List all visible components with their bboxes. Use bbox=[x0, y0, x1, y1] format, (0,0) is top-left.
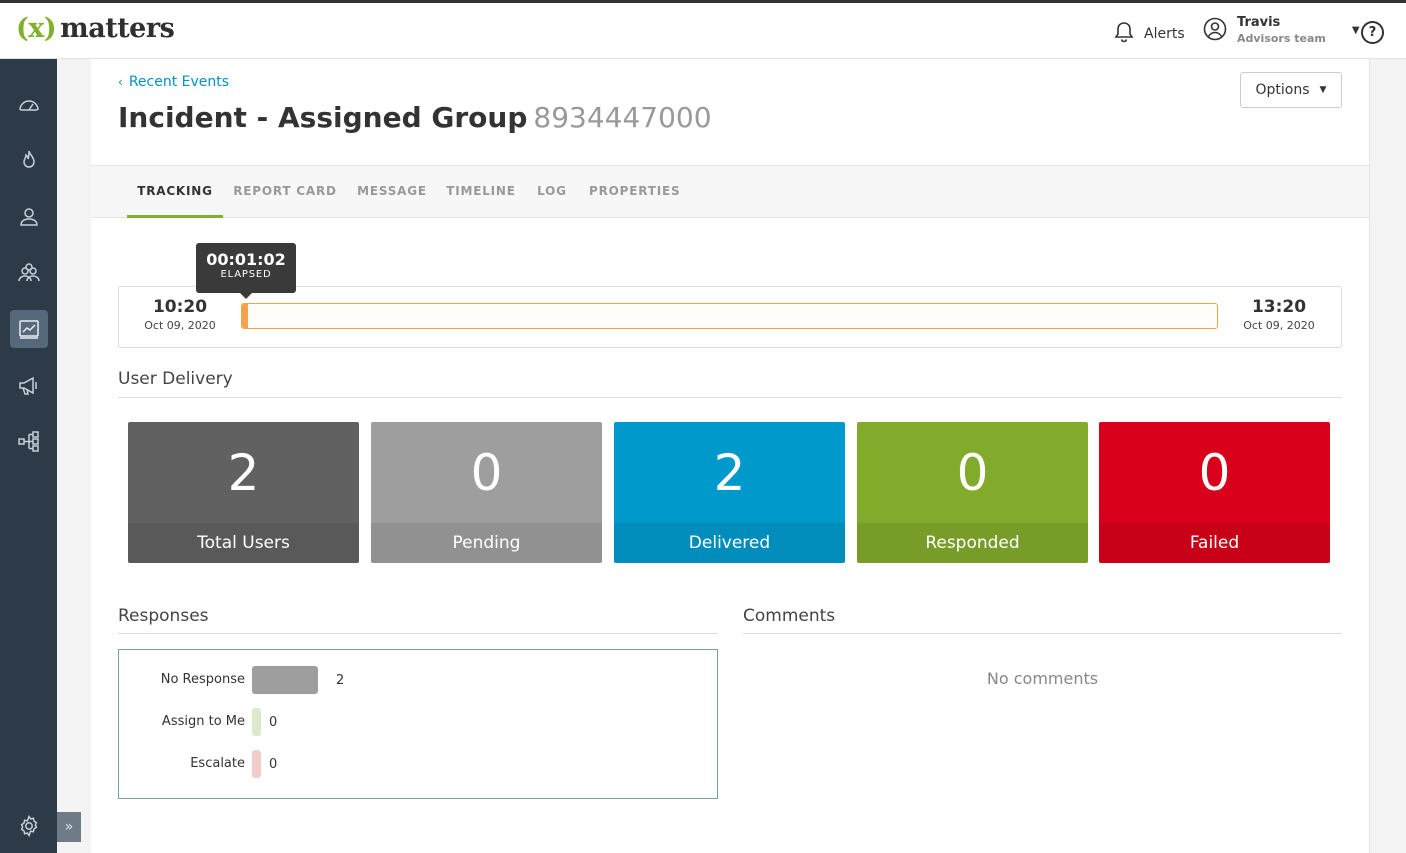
groups-icon bbox=[18, 263, 40, 282]
sidebar-expand-button[interactable]: » bbox=[57, 812, 81, 842]
no-comments-text: No comments bbox=[986, 669, 1099, 688]
sidebar-item-users[interactable] bbox=[10, 198, 48, 236]
sidebar-item-incidents[interactable] bbox=[10, 142, 48, 180]
tab-bar: TRACKING REPORT CARD MESSAGE TIMELINE LO… bbox=[91, 165, 1369, 218]
comments-title: Comments bbox=[743, 606, 836, 626]
card-total-users[interactable]: 2 Total Users bbox=[128, 422, 359, 563]
response-count: 2 bbox=[336, 673, 345, 688]
bell-icon bbox=[1114, 21, 1134, 47]
logo-word: matters bbox=[60, 13, 175, 44]
right-gutter bbox=[1369, 59, 1406, 853]
card-value: 0 bbox=[956, 443, 989, 502]
user-delivery-title: User Delivery bbox=[118, 369, 233, 389]
event-id: 8934447000 bbox=[533, 101, 712, 134]
page-title: Incident - Assigned Group 8934447000 bbox=[118, 101, 712, 134]
tab-tracking[interactable]: TRACKING bbox=[127, 166, 223, 218]
tab-properties[interactable]: PROPERTIES bbox=[589, 166, 680, 218]
user-team: Advisors team bbox=[1237, 32, 1326, 45]
responses-chart: No Response 2 Assign to Me 0 Escalate 0 bbox=[118, 649, 718, 799]
sidebar bbox=[0, 59, 57, 853]
card-value: 2 bbox=[713, 443, 746, 502]
options-label: Options bbox=[1255, 82, 1310, 98]
timeline-end: 13:20 Oct 09, 2020 bbox=[1229, 297, 1329, 332]
elapsed-label: ELAPSED bbox=[220, 269, 272, 280]
responses-title: Responses bbox=[118, 606, 209, 626]
event-title: Incident - Assigned Group bbox=[118, 101, 528, 134]
user-name: Travis bbox=[1237, 15, 1281, 30]
card-label: Total Users bbox=[128, 523, 359, 563]
card-label: Pending bbox=[371, 523, 602, 563]
end-time: 13:20 bbox=[1251, 297, 1307, 317]
card-delivered[interactable]: 2 Delivered bbox=[614, 422, 845, 563]
card-label: Responded bbox=[857, 523, 1088, 563]
end-date: Oct 09, 2020 bbox=[1243, 319, 1315, 332]
card-label: Failed bbox=[1099, 523, 1330, 563]
alerts-button[interactable]: Alerts bbox=[1114, 21, 1185, 47]
breadcrumb[interactable]: ‹ Recent Events bbox=[118, 74, 229, 90]
tab-message[interactable]: MESSAGE bbox=[357, 166, 427, 218]
response-count: 0 bbox=[269, 715, 278, 730]
response-count: 0 bbox=[269, 757, 278, 772]
breadcrumb-link[interactable]: Recent Events bbox=[129, 74, 229, 90]
sidebar-item-workflows[interactable] bbox=[10, 422, 48, 460]
timeline-start: 10:20 Oct 09, 2020 bbox=[130, 297, 230, 332]
card-value: 0 bbox=[1198, 443, 1231, 502]
sidebar-item-reports[interactable] bbox=[10, 310, 48, 348]
card-value: 2 bbox=[227, 443, 260, 502]
gear-icon bbox=[20, 814, 38, 838]
response-label: No Response bbox=[160, 672, 245, 687]
event-timeline: 10:20 Oct 09, 2020 13:20 Oct 09, 2020 bbox=[118, 286, 1342, 348]
user-menu[interactable]: Travis Advisors team ▼ bbox=[1203, 15, 1360, 46]
divider bbox=[118, 633, 718, 634]
user-icon bbox=[20, 208, 38, 226]
megaphone-icon bbox=[19, 376, 37, 395]
user-info: Travis Advisors team bbox=[1237, 15, 1326, 46]
dashboard-icon bbox=[19, 100, 39, 111]
alerts-label: Alerts bbox=[1144, 26, 1185, 42]
start-time: 10:20 bbox=[152, 297, 208, 317]
elapsed-value: 00:01:02 bbox=[206, 250, 286, 269]
help-button[interactable]: ? bbox=[1361, 21, 1384, 44]
timeline-progress-bar bbox=[241, 303, 1218, 329]
card-value: 0 bbox=[470, 443, 503, 502]
response-bar bbox=[252, 666, 318, 694]
sidebar-item-communications[interactable] bbox=[10, 366, 48, 404]
card-label: Delivered bbox=[614, 523, 845, 563]
expand-icon: » bbox=[64, 819, 74, 835]
options-button[interactable]: Options ▼ bbox=[1240, 72, 1342, 108]
response-label: Escalate bbox=[190, 756, 245, 771]
response-row-no-response: No Response 2 bbox=[119, 666, 719, 694]
response-label: Assign to Me bbox=[161, 714, 245, 729]
flows-icon bbox=[18, 431, 39, 452]
sidebar-item-dashboard[interactable] bbox=[10, 86, 48, 124]
start-date: Oct 09, 2020 bbox=[144, 319, 216, 332]
divider bbox=[743, 633, 1342, 634]
chevron-left-icon: ‹ bbox=[118, 75, 123, 89]
xmatters-logo[interactable]: (x) matters bbox=[16, 13, 175, 53]
caret-down-icon: ▼ bbox=[1319, 85, 1327, 95]
response-bar bbox=[252, 750, 261, 778]
top-bar: (x) matters Alerts Travis Advisors team … bbox=[0, 0, 1406, 59]
sidebar-item-groups[interactable] bbox=[10, 254, 48, 292]
response-row-assign-to-me: Assign to Me 0 bbox=[119, 708, 719, 736]
tab-log[interactable]: LOG bbox=[535, 166, 569, 218]
help-icon: ? bbox=[1368, 25, 1377, 40]
sidebar-item-settings[interactable] bbox=[10, 807, 48, 845]
user-avatar-icon bbox=[1203, 17, 1227, 45]
caret-down-icon: ▼ bbox=[1351, 25, 1360, 36]
card-responded[interactable]: 0 Responded bbox=[857, 422, 1088, 563]
tab-report-card[interactable]: REPORT CARD bbox=[233, 166, 337, 218]
response-row-escalate: Escalate 0 bbox=[119, 750, 719, 778]
flame-icon bbox=[23, 150, 35, 168]
elapsed-tooltip: 00:01:02 ELAPSED bbox=[196, 243, 296, 299]
reports-icon bbox=[19, 320, 39, 339]
tab-timeline[interactable]: TIMELINE bbox=[446, 166, 516, 218]
response-bar bbox=[252, 708, 261, 736]
timeline-progress-fill bbox=[242, 304, 248, 328]
divider bbox=[118, 397, 1342, 398]
logo-x: (x) bbox=[16, 13, 57, 44]
card-pending[interactable]: 0 Pending bbox=[371, 422, 602, 563]
card-failed[interactable]: 0 Failed bbox=[1099, 422, 1330, 563]
main-panel: ‹ Recent Events Incident - Assigned Group… bbox=[91, 59, 1369, 853]
